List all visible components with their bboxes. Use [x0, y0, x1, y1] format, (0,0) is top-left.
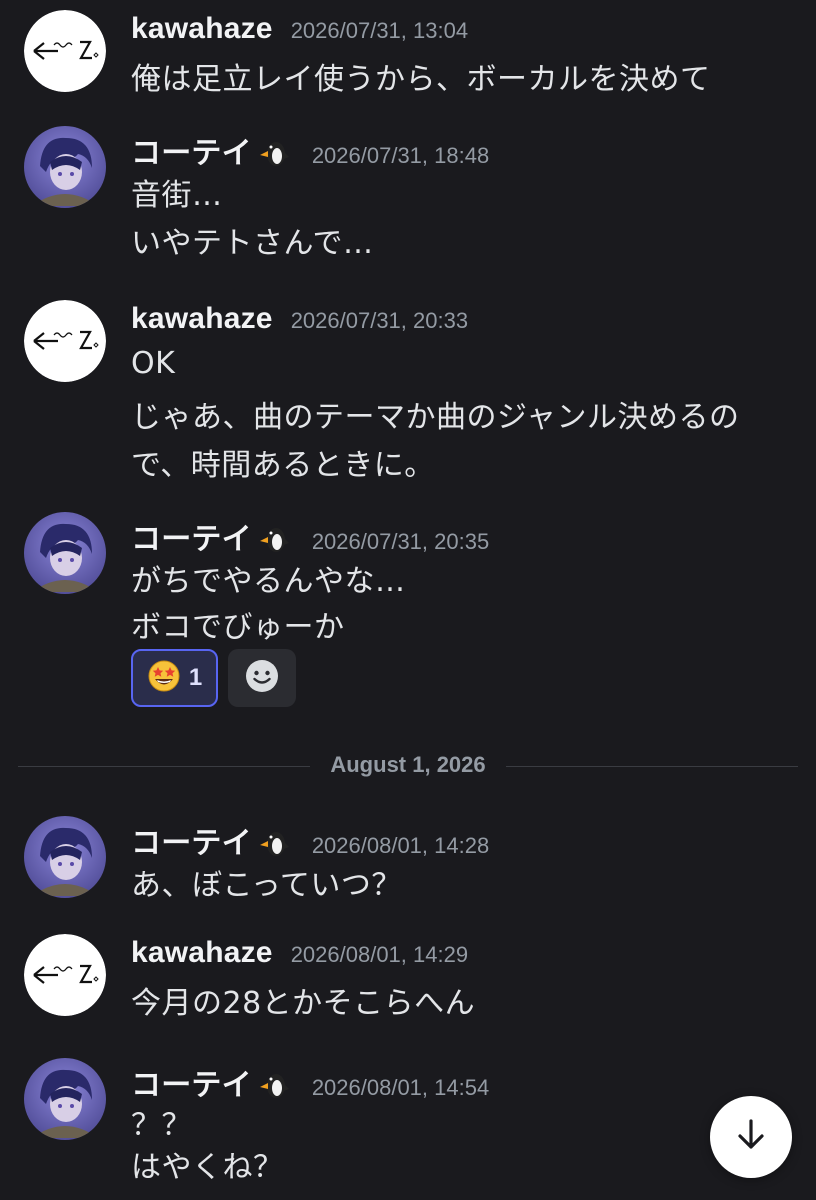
penguin-icon	[256, 137, 294, 167]
username[interactable]: kawahaze	[131, 12, 273, 46]
message-text: ボコでびゅーか	[131, 610, 345, 645]
message-header: コーテイ 2026/08/01, 14:28	[131, 818, 490, 860]
message-header: kawahaze 2026/07/31, 13:04	[131, 12, 468, 52]
username[interactable]: kawahaze	[131, 936, 273, 970]
penguin-icon	[256, 827, 294, 857]
star-struck-emoji-icon	[147, 659, 181, 697]
penguin-icon	[256, 1069, 294, 1099]
chat-message-list[interactable]: kawahaze 2026/07/31, 13:04 俺は足立レイ使うから、ボー…	[0, 0, 816, 1200]
message-text: はやくね？	[131, 1150, 284, 1185]
message-text: ？？	[131, 1108, 192, 1143]
timestamp: 2026/07/31, 18:48	[311, 143, 490, 168]
message-text: いやテトさんで…	[131, 226, 374, 261]
date-divider-label: August 1, 2026	[330, 752, 486, 777]
jump-to-present-button[interactable]	[710, 1096, 792, 1178]
timestamp: 2026/08/01, 14:29	[290, 942, 469, 967]
reaction-star-struck[interactable]: 1	[131, 649, 218, 707]
message-text: 俺は足立レイ使うから、ボーカルを決めて	[131, 62, 711, 97]
timestamp: 2026/08/01, 14:54	[311, 1075, 490, 1100]
timestamp: 2026/07/31, 13:04	[290, 18, 469, 43]
username[interactable]: コーテイ	[131, 818, 252, 862]
kawahaze-avatar[interactable]	[24, 10, 106, 92]
penguin-icon	[256, 523, 294, 553]
kawahaze-avatar[interactable]	[24, 300, 106, 382]
message-text: あ、ぼこっていつ？	[131, 868, 402, 903]
message-text: OK	[131, 346, 176, 381]
kawahaze-avatar[interactable]	[24, 934, 106, 1016]
message-header: コーテイ 2026/07/31, 18:48	[131, 128, 490, 170]
add-reaction-button[interactable]	[228, 649, 296, 707]
message-text: で、時間あるときに。	[131, 448, 435, 483]
message-text: 音街…	[131, 178, 223, 213]
date-divider: August 1, 2026	[18, 750, 798, 784]
message-header: kawahaze 2026/07/31, 20:33	[131, 302, 468, 342]
username[interactable]: コーテイ	[131, 1060, 252, 1104]
message-text: 今月の28とかそこらへん	[131, 986, 476, 1021]
divider-line	[506, 766, 798, 767]
message-header: コーテイ 2026/07/31, 20:35	[131, 514, 490, 556]
username[interactable]: コーテイ	[131, 514, 252, 558]
koutei-avatar[interactable]	[24, 1058, 106, 1140]
message-text: がちでやるんやな…	[131, 564, 406, 599]
message-header: コーテイ 2026/08/01, 14:54	[131, 1060, 490, 1102]
message-header: kawahaze 2026/08/01, 14:29	[131, 936, 468, 976]
timestamp: 2026/07/31, 20:33	[290, 308, 469, 333]
message-text: じゃあ、曲のテーマか曲のジャンル決めるの	[131, 400, 740, 435]
add-reaction-smiley-icon	[244, 658, 280, 698]
koutei-avatar[interactable]	[24, 816, 106, 898]
username[interactable]: kawahaze	[131, 302, 273, 336]
timestamp: 2026/08/01, 14:28	[311, 833, 490, 858]
koutei-avatar[interactable]	[24, 126, 106, 208]
timestamp: 2026/07/31, 20:35	[311, 529, 490, 554]
username[interactable]: コーテイ	[131, 128, 252, 172]
arrow-down-icon	[731, 1115, 771, 1159]
koutei-avatar[interactable]	[24, 512, 106, 594]
reaction-count: 1	[188, 664, 203, 691]
